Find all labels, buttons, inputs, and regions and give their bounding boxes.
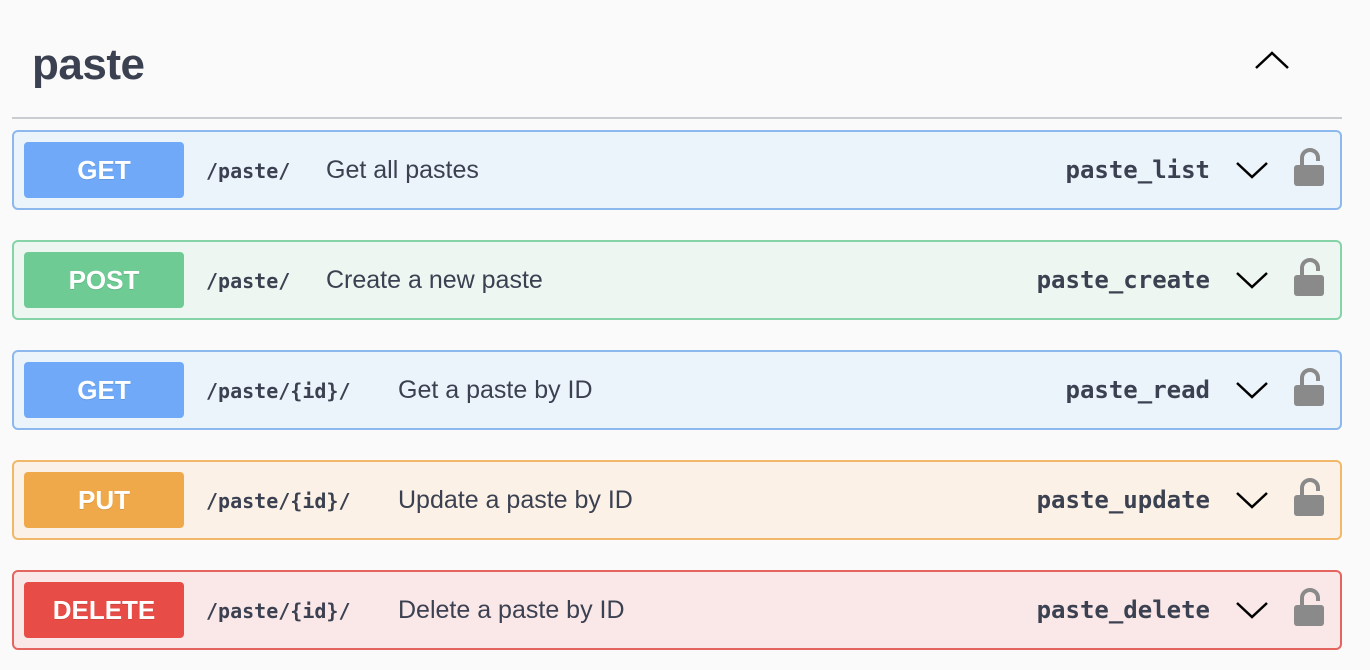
chevron-down-icon[interactable]: [1234, 378, 1270, 402]
api-docs-page: paste GET /paste/ Get all pastes paste_l…: [0, 0, 1370, 670]
operation-get-paste-read[interactable]: GET /paste/{id}/ Get a paste by ID paste…: [12, 350, 1342, 430]
operation-id: paste_read: [1065, 376, 1211, 404]
operation-id: paste_update: [1036, 486, 1210, 514]
method-badge: PUT: [24, 472, 184, 528]
unlocked-icon[interactable]: [1292, 368, 1326, 408]
endpoint-path: /paste/: [206, 269, 291, 293]
endpoint-path: /paste/{id}/: [206, 489, 351, 513]
chevron-down-icon[interactable]: [1234, 488, 1270, 512]
endpoint-summary: Create a new paste: [326, 266, 543, 294]
endpoint-summary: Get a paste by ID: [398, 376, 593, 404]
chevron-down-icon[interactable]: [1234, 158, 1270, 182]
method-badge: GET: [24, 362, 184, 418]
unlocked-icon[interactable]: [1292, 478, 1326, 518]
method-badge: DELETE: [24, 582, 184, 638]
endpoint-summary: Get all pastes: [326, 156, 479, 184]
method-badge: GET: [24, 142, 184, 198]
operation-id: paste_list: [1065, 156, 1211, 184]
operation-id: paste_delete: [1036, 596, 1210, 624]
operation-post-paste-create[interactable]: POST /paste/ Create a new paste paste_cr…: [12, 240, 1342, 320]
operation-id: paste_create: [1036, 266, 1210, 294]
unlocked-icon[interactable]: [1292, 258, 1326, 298]
chevron-up-icon[interactable]: [1252, 46, 1292, 76]
unlocked-icon[interactable]: [1292, 148, 1326, 188]
chevron-down-icon[interactable]: [1234, 268, 1270, 292]
endpoint-summary: Delete a paste by ID: [398, 596, 625, 624]
endpoint-path: /paste/: [206, 159, 291, 183]
operation-put-paste-update[interactable]: PUT /paste/{id}/ Update a paste by ID pa…: [12, 460, 1342, 540]
operation-get-paste-list[interactable]: GET /paste/ Get all pastes paste_list: [12, 130, 1342, 210]
operation-delete-paste-delete[interactable]: DELETE /paste/{id}/ Delete a paste by ID…: [12, 570, 1342, 650]
method-badge: POST: [24, 252, 184, 308]
tag-section-header[interactable]: paste: [12, 18, 1342, 119]
chevron-down-icon[interactable]: [1234, 598, 1270, 622]
endpoint-summary: Update a paste by ID: [398, 486, 633, 514]
endpoint-path: /paste/{id}/: [206, 379, 351, 403]
endpoint-path: /paste/{id}/: [206, 599, 351, 623]
tag-title: paste: [32, 40, 145, 89]
unlocked-icon[interactable]: [1292, 588, 1326, 628]
